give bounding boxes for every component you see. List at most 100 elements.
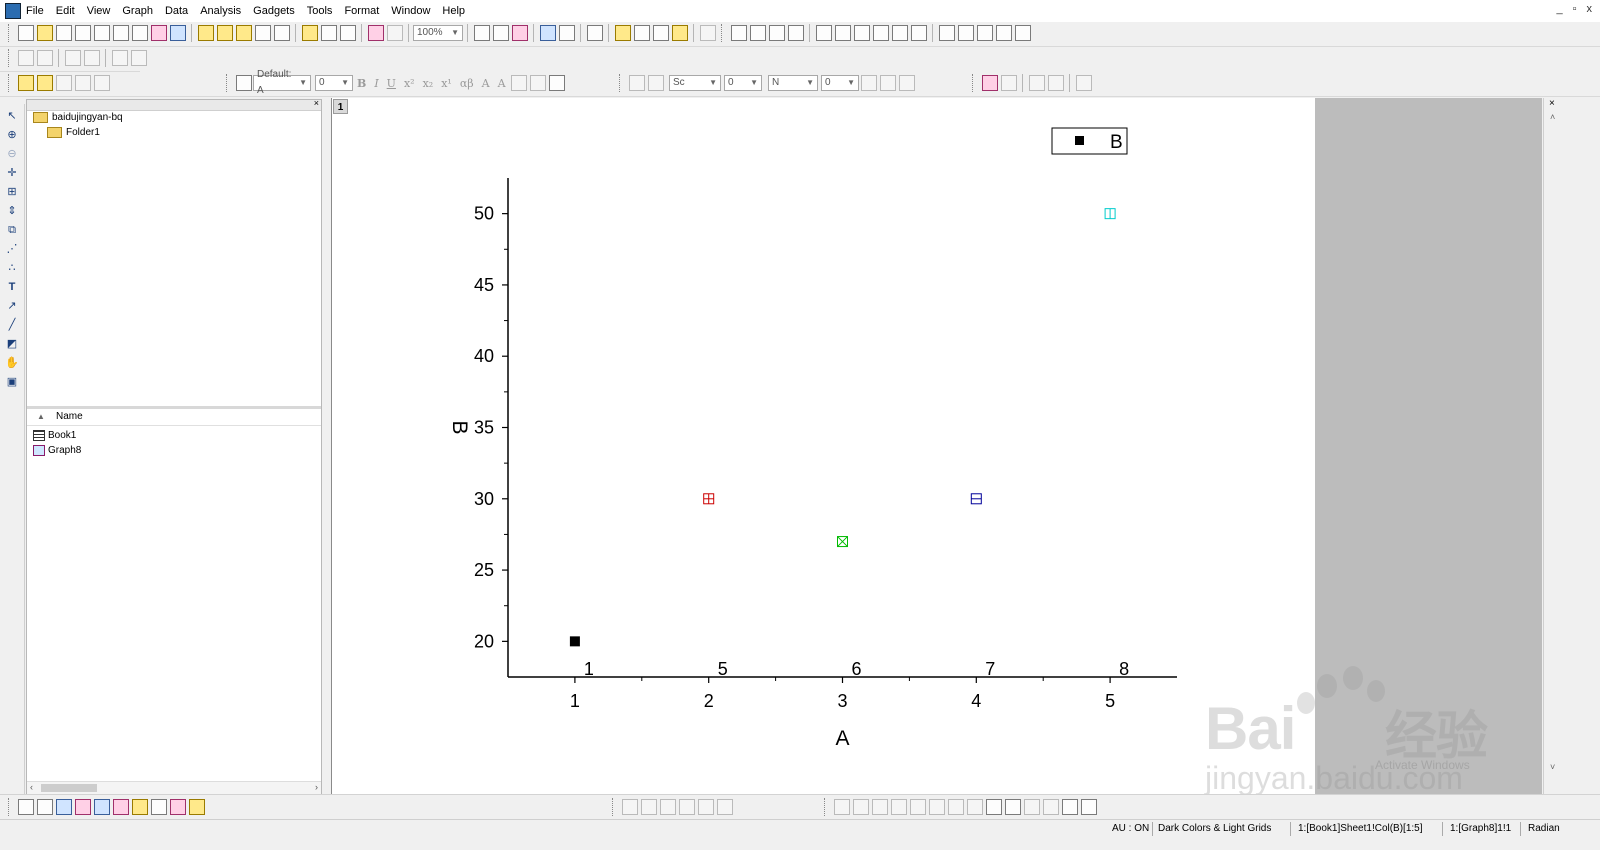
tree-root-folder[interactable]: baidujingyan-bq	[33, 112, 123, 123]
add-table-icon[interactable]	[957, 25, 974, 41]
bring-front-icon[interactable]	[985, 799, 1002, 815]
font-size-combo[interactable]: 0 ▼	[315, 75, 353, 91]
shape-tool-icon[interactable]: ◩	[5, 337, 19, 351]
swap-columns-icon[interactable]	[17, 50, 34, 66]
arrow-tool-icon[interactable]: ↗	[5, 299, 19, 313]
move-down-icon[interactable]	[36, 50, 53, 66]
move-right-icon[interactable]	[83, 50, 100, 66]
line-color-icon[interactable]	[647, 75, 664, 91]
font-combo[interactable]: Default: A ▼	[253, 69, 311, 96]
send-back-icon[interactable]	[1004, 799, 1021, 815]
save-project-icon[interactable]	[254, 25, 271, 41]
save-template-icon[interactable]	[273, 25, 290, 41]
hand-tool-icon[interactable]: ✋	[5, 356, 19, 370]
pointer-icon[interactable]: ↖	[5, 109, 19, 123]
scroll-up-icon[interactable]: ˄	[1550, 112, 1555, 122]
status-theme[interactable]: Dark Colors & Light Grids	[1158, 823, 1271, 834]
recalculate-icon[interactable]	[367, 25, 384, 41]
scroll-right-icon[interactable]: ›	[315, 782, 318, 792]
import-ascii-icon[interactable]	[320, 25, 337, 41]
data-reader-icon[interactable]: ⊞	[5, 185, 19, 199]
menu-view[interactable]: View	[81, 5, 117, 17]
polar-plot-icon[interactable]	[150, 799, 167, 815]
align-center-icon[interactable]	[909, 799, 926, 815]
italic-button[interactable]: I	[374, 77, 378, 90]
increase-font-button[interactable]: A	[482, 77, 490, 90]
pattern-combo[interactable]: N ▼	[768, 75, 818, 91]
tree-subfolder[interactable]: Folder1	[47, 127, 100, 138]
menu-window[interactable]: Window	[385, 5, 436, 17]
line-plot-icon[interactable]	[17, 799, 34, 815]
column-icon[interactable]	[530, 75, 547, 91]
stock-plot-icon[interactable]	[169, 799, 186, 815]
same-height-icon[interactable]	[966, 799, 983, 815]
scatter-chart[interactable]: 1 2 3 4 520253035404550AB 15678 B	[332, 98, 1315, 794]
draw-data-icon[interactable]: ∴	[5, 261, 19, 275]
app-gallery-icon[interactable]	[671, 25, 688, 41]
import-multiple-icon[interactable]	[339, 25, 356, 41]
region-select-icon[interactable]: ⧉	[5, 223, 19, 237]
decrease-font-button[interactable]: A	[498, 77, 506, 90]
align-bottom-icon[interactable]	[890, 799, 907, 815]
add-legend-icon[interactable]	[938, 25, 955, 41]
group-icon[interactable]	[1023, 799, 1040, 815]
bar-plot-icon[interactable]	[112, 799, 129, 815]
add-app-icon[interactable]	[699, 25, 716, 41]
align-right-icon[interactable]	[852, 799, 869, 815]
open-excel-icon[interactable]	[235, 25, 252, 41]
line-width-combo[interactable]: 0 ▼	[724, 75, 762, 91]
ungroup-icon[interactable]	[1042, 799, 1059, 815]
menu-file[interactable]: File	[20, 5, 50, 17]
status-angle-unit[interactable]: Radian	[1528, 823, 1560, 834]
same-width-icon[interactable]	[947, 799, 964, 815]
fit-page-icon[interactable]	[1061, 799, 1078, 815]
scatter-plot-icon[interactable]	[36, 799, 53, 815]
font-icon[interactable]	[235, 75, 252, 91]
font-color-icon[interactable]	[549, 75, 566, 91]
export-icon[interactable]	[492, 25, 509, 41]
axis-bottom-left-icon[interactable]	[815, 25, 832, 41]
mask-icon[interactable]	[36, 75, 53, 91]
pattern-fill-icon[interactable]	[860, 75, 877, 91]
line-style-combo[interactable]: Sc ▼	[669, 75, 721, 91]
batch-icon[interactable]	[386, 25, 403, 41]
zoom-combo[interactable]: 100% ▼	[413, 25, 463, 41]
3d-wire-icon[interactable]	[678, 799, 695, 815]
menu-graph[interactable]: Graph	[116, 5, 159, 17]
new-workbook-icon[interactable]	[55, 25, 72, 41]
text-tool-icon[interactable]: T	[5, 280, 19, 294]
merge-icon[interactable]	[981, 75, 998, 91]
code-builder-icon[interactable]	[539, 25, 556, 41]
unmask-icon[interactable]	[55, 75, 72, 91]
underline-button[interactable]: U	[387, 77, 396, 90]
move-left-icon[interactable]	[64, 50, 81, 66]
distribute-v-icon[interactable]	[1047, 75, 1064, 91]
results-log-icon[interactable]	[558, 25, 575, 41]
axis-offset-icon[interactable]	[891, 25, 908, 41]
scroll-down-icon[interactable]: ˅	[1550, 762, 1555, 772]
3d-scatter-icon[interactable]	[659, 799, 676, 815]
new-folder-icon[interactable]	[36, 25, 53, 41]
message-log-icon[interactable]	[652, 25, 669, 41]
print-icon[interactable]	[473, 25, 490, 41]
greek-button[interactable]: αβ	[460, 77, 474, 90]
new-function-icon[interactable]	[131, 25, 148, 41]
axis-frame-icon[interactable]	[910, 25, 927, 41]
list-header[interactable]: ▲ Name	[27, 409, 321, 426]
distribute-h-icon[interactable]	[1028, 75, 1045, 91]
pattern-size-combo[interactable]: 0 ▼	[821, 75, 859, 91]
split-icon[interactable]	[1000, 75, 1017, 91]
list-item[interactable]: Book1	[33, 430, 76, 441]
new-notes-icon[interactable]	[169, 25, 186, 41]
align-top-icon[interactable]	[871, 799, 888, 815]
align-left-icon[interactable]	[833, 799, 850, 815]
new-graph-icon[interactable]	[93, 25, 110, 41]
line-symbol-plot-icon[interactable]	[55, 799, 72, 815]
scroll-thumb[interactable]	[41, 784, 97, 792]
annotation-icon[interactable]: ▣	[5, 375, 19, 389]
zoom-in-icon[interactable]: ⊕	[5, 128, 19, 142]
menu-tools[interactable]: Tools	[301, 5, 339, 17]
menu-analysis[interactable]: Analysis	[194, 5, 247, 17]
dock-close-icon[interactable]: ×	[1549, 98, 1555, 109]
move-last-icon[interactable]	[130, 50, 147, 66]
